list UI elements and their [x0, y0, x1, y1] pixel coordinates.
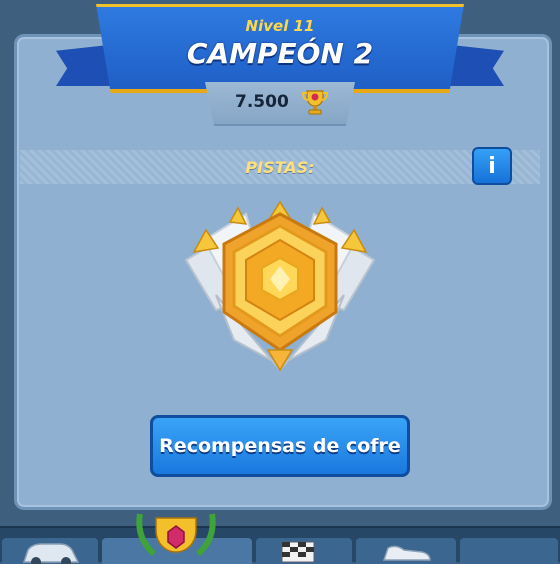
trophy-icon	[301, 90, 329, 115]
level-label: Nivel 11	[245, 17, 315, 35]
nav-item-cars[interactable]	[2, 538, 98, 564]
nav-item-tracks[interactable]	[256, 538, 352, 564]
ribbon-banner: Nivel 11 CAMPEÓN 2	[96, 4, 464, 93]
trophy-requirement: 7.500	[205, 82, 355, 126]
car-icon	[22, 543, 80, 564]
nav-item-extra[interactable]	[460, 538, 558, 564]
bottom-nav	[0, 526, 560, 564]
tracks-strip: PISTAS:	[20, 150, 540, 184]
sneaker-icon	[382, 545, 431, 561]
tracks-label: PISTAS:	[245, 158, 315, 177]
checkered-flag-icon	[281, 541, 315, 563]
league-title: CAMPEÓN 2	[186, 37, 374, 70]
info-button[interactable]: i	[472, 147, 512, 185]
trophy-count: 7.500	[235, 92, 289, 112]
nav-item-gear[interactable]	[356, 538, 456, 564]
league-trophy-icon	[136, 513, 216, 557]
chest-rewards-button[interactable]: Recompensas de cofre	[150, 415, 410, 477]
champion-league-badge-icon	[184, 200, 376, 372]
